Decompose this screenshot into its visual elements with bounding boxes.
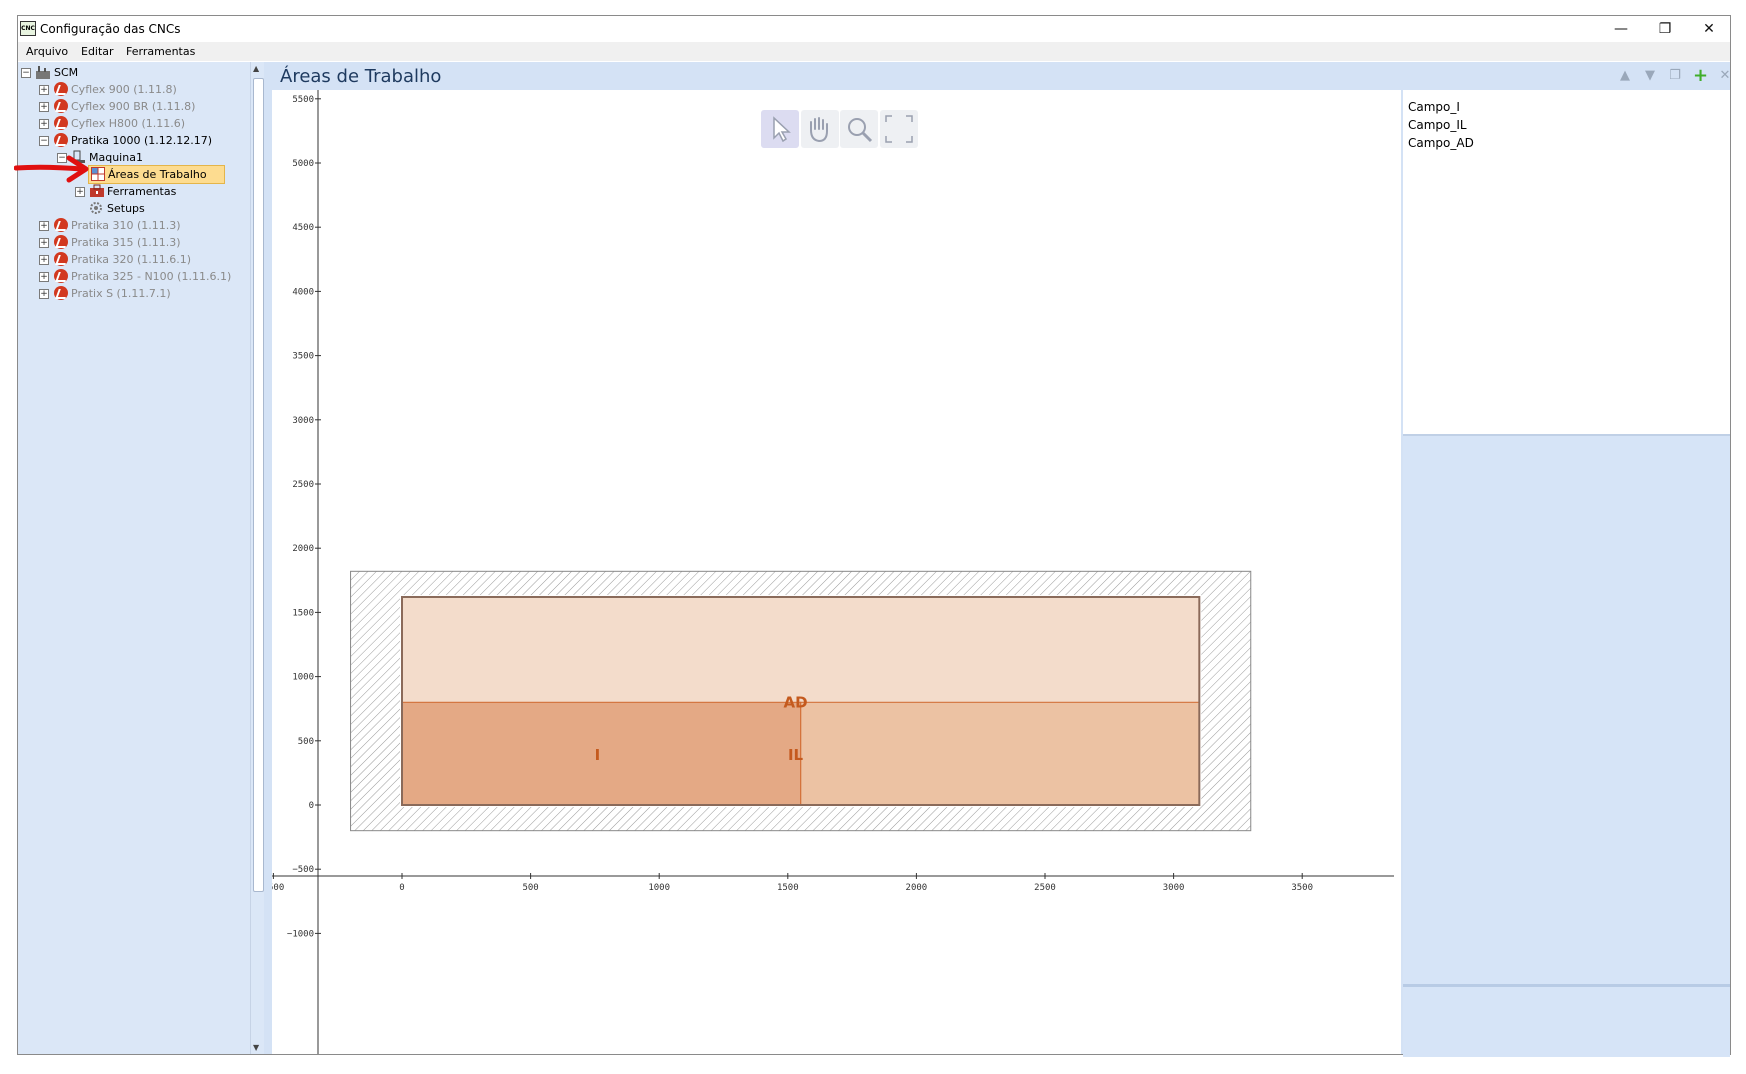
scm-logo-icon — [54, 133, 68, 147]
machine-tree: − SCM + Cyflex 900 (1.11.8) + Cyflex 900… — [18, 62, 250, 1054]
area-i — [401, 701, 802, 806]
red-arrow-annotation-icon — [14, 155, 89, 183]
y-tick-label: 4500 — [292, 223, 314, 233]
scm-logo-icon — [54, 99, 68, 113]
fit-view-tool[interactable] — [880, 110, 918, 148]
expand-icon[interactable]: + — [39, 272, 49, 282]
restore-button[interactable]: ❐ — [1642, 16, 1688, 42]
move-up-icon[interactable]: ▲ — [1618, 69, 1632, 83]
y-tick-label: −1000 — [287, 929, 314, 939]
minimize-button[interactable]: — — [1598, 16, 1644, 42]
work-area-canvas[interactable]: 5500 5000 4500 4000 3500 3000 2500 2000 1500 1000… — [272, 90, 1402, 1054]
menu-arquivo[interactable]: Arquivo — [26, 45, 68, 58]
move-down-icon[interactable]: ▼ — [1643, 69, 1657, 83]
field-list: Campo_I Campo_IL Campo_AD — [1403, 90, 1730, 434]
work-area-plot[interactable]: 5500500045004000350030002500200015001000… — [272, 90, 1402, 1054]
y-tick-label: 0 — [309, 801, 314, 811]
delete-icon[interactable]: ✕ — [1718, 69, 1732, 83]
y-tick-label: 2500 — [292, 480, 314, 490]
expand-icon[interactable]: + — [39, 238, 49, 248]
scm-logo-icon — [54, 218, 68, 232]
fit-extents-icon — [885, 115, 913, 143]
y-tick-label: 5500 — [292, 95, 314, 105]
scm-logo-icon — [54, 252, 68, 266]
area-il — [800, 701, 1200, 806]
cnc-app-icon: CNC — [20, 21, 36, 36]
list-item-campo-il[interactable]: Campo_IL — [1408, 118, 1467, 132]
x-tick-label: 0 — [399, 883, 404, 893]
area-label-i: I — [595, 746, 601, 764]
pan-hand-tool[interactable] — [801, 110, 839, 148]
area-label-il: IL — [788, 746, 804, 764]
y-tick-label: 3000 — [292, 416, 314, 426]
x-tick-label: 3000 — [1163, 883, 1185, 893]
x-tick-label: 1500 — [777, 883, 799, 893]
hand-icon — [810, 117, 828, 143]
y-tick-label: 5000 — [292, 159, 314, 169]
list-item-campo-i[interactable]: Campo_I — [1408, 100, 1460, 114]
expand-icon[interactable]: + — [39, 85, 49, 95]
main-header: Áreas de Trabalho ▲ ▼ ❐ + ✕ — [272, 62, 1730, 90]
y-tick-label: 500 — [298, 737, 314, 747]
app-window: CNC Configuração das CNCs — ❐ ✕ Arquivo … — [14, 15, 1731, 1057]
pointer-icon — [773, 116, 791, 143]
scroll-down-arrow-icon[interactable]: ▼ — [253, 1043, 259, 1052]
y-tick-label: 2000 — [292, 544, 314, 554]
x-tick-label: 2000 — [906, 883, 928, 893]
properties-panel — [1403, 434, 1730, 984]
scm-logo-icon — [54, 235, 68, 249]
scroll-up-arrow-icon[interactable]: ▲ — [253, 64, 259, 73]
details-panel — [1403, 984, 1730, 1057]
factory-icon — [35, 64, 51, 80]
add-icon[interactable]: + — [1693, 67, 1708, 85]
toolbox-icon — [89, 184, 105, 198]
x-tick-label: 2500 — [1034, 883, 1056, 893]
tree-scrollbar[interactable]: ▲ ▼ — [250, 62, 265, 1054]
y-tick-label: 1000 — [292, 673, 314, 683]
list-item-campo-ad[interactable]: Campo_AD — [1408, 136, 1474, 150]
menu-bar: Arquivo Editar Ferramentas — [18, 42, 1730, 61]
collapse-icon[interactable]: − — [39, 136, 49, 146]
page-title: Áreas de Trabalho — [280, 66, 442, 87]
panel-splitter[interactable] — [264, 62, 272, 1054]
expand-icon[interactable]: + — [39, 221, 49, 231]
x-tick-label: 500 — [522, 883, 538, 893]
expand-icon[interactable]: + — [39, 119, 49, 129]
gear-icon — [89, 201, 103, 215]
scm-logo-icon — [54, 269, 68, 283]
x-tick-label: 3500 — [1291, 883, 1313, 893]
expand-icon[interactable]: + — [39, 255, 49, 265]
scm-logo-icon — [54, 82, 68, 96]
window-title: Configuração das CNCs — [40, 22, 181, 36]
copy-icon[interactable]: ❐ — [1668, 69, 1682, 83]
scm-logo-icon — [54, 286, 68, 300]
y-tick-label: 4000 — [292, 287, 314, 297]
close-button[interactable]: ✕ — [1686, 16, 1732, 42]
magnifier-icon — [848, 118, 873, 143]
x-tick-label: −500 — [272, 883, 284, 893]
y-tick-label: −500 — [292, 865, 314, 875]
area-label-ad: AD — [783, 693, 807, 711]
y-tick-label: 3500 — [292, 352, 314, 362]
y-tick-label: 1500 — [292, 608, 314, 618]
zoom-tool[interactable] — [840, 110, 878, 148]
menu-ferramentas[interactable]: Ferramentas — [126, 45, 195, 58]
x-tick-label: 1000 — [648, 883, 670, 893]
collapse-icon[interactable]: − — [21, 68, 31, 78]
expand-icon[interactable]: + — [39, 102, 49, 112]
tree-item-areas-de-trabalho[interactable]: Áreas de Trabalho — [88, 165, 225, 184]
expand-icon[interactable]: + — [39, 289, 49, 299]
menu-editar[interactable]: Editar — [81, 45, 114, 58]
title-bar: CNC Configuração das CNCs — ❐ ✕ — [18, 16, 1730, 42]
scrollbar-thumb[interactable] — [253, 78, 264, 892]
select-pointer-tool[interactable] — [761, 110, 799, 148]
expand-icon[interactable]: + — [75, 187, 85, 197]
scm-logo-icon — [54, 116, 68, 130]
